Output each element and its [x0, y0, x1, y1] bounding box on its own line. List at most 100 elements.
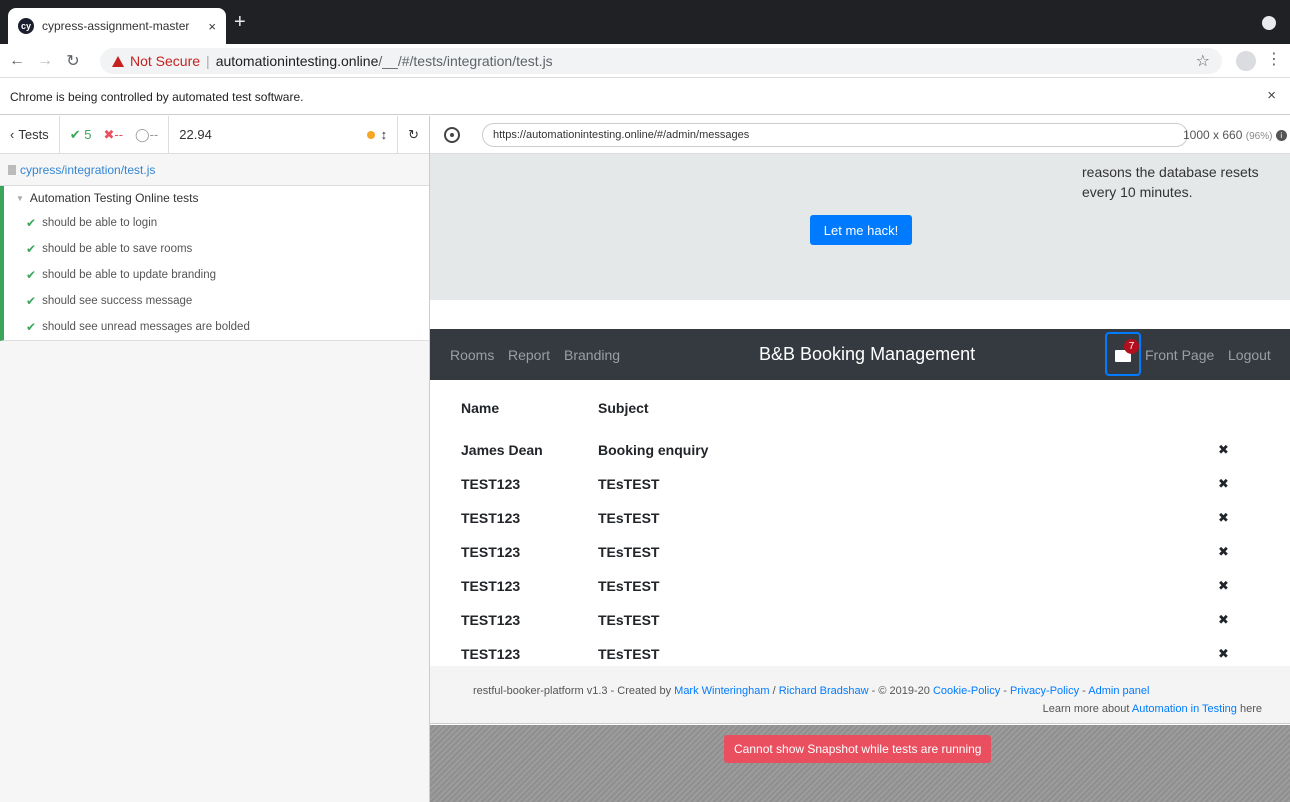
- message-row[interactable]: James Dean Booking enquiry ✖: [430, 433, 1290, 467]
- check-icon: ✔: [26, 294, 37, 308]
- unread-badge: 7: [1124, 339, 1139, 354]
- delete-icon[interactable]: ✖: [1218, 612, 1229, 628]
- aut-header: https://automationintesting.online/#/adm…: [430, 116, 1290, 154]
- message-subject: TEsTEST: [598, 544, 660, 560]
- selector-playground-icon[interactable]: [444, 126, 460, 143]
- browser-toolbar: ← → ↻ Not Secure | automationintesting.o…: [0, 44, 1290, 78]
- automation-in-testing-link[interactable]: Automation in Testing: [1132, 703, 1237, 715]
- message-subject: TEsTEST: [598, 578, 660, 594]
- test-item[interactable]: ✔ should be able to save rooms: [4, 236, 429, 262]
- circle-icon: ◯: [135, 126, 150, 142]
- new-tab-button[interactable]: +: [234, 12, 246, 32]
- check-icon: ✔: [26, 216, 37, 230]
- nav-logout[interactable]: Logout: [1228, 347, 1271, 363]
- tests-back-button[interactable]: ‹ Tests: [0, 115, 60, 154]
- cookie-policy-link[interactable]: Cookie-Policy: [933, 685, 1000, 697]
- status-indicator[interactable]: ↕: [357, 116, 398, 154]
- infobar-text: Chrome is being controlled by automated …: [10, 89, 304, 104]
- message-row[interactable]: TEST123 TEsTEST ✖: [430, 501, 1290, 535]
- hack-text: reasons the database resets every 10 min…: [1082, 164, 1259, 200]
- snapshot-overlay: Cannot show Snapshot while tests are run…: [430, 725, 1290, 802]
- test-item[interactable]: ✔ should be able to update branding: [4, 262, 429, 288]
- message-row[interactable]: TEST123 TEsTEST ✖: [430, 569, 1290, 603]
- message-row[interactable]: TEST123 TEsTEST ✖: [430, 467, 1290, 501]
- viewport-scale: (96%): [1245, 131, 1273, 142]
- back-icon[interactable]: ←: [6, 52, 28, 70]
- messages-table: Name Subject James Dean Booking enquiry …: [430, 380, 1290, 665]
- address-bar[interactable]: Not Secure | automationintesting.online …: [100, 48, 1222, 74]
- nav-report[interactable]: Report: [508, 347, 550, 363]
- test-item[interactable]: ✔ should see success message: [4, 288, 429, 314]
- test-item[interactable]: ✔ should see unread messages are bolded: [4, 314, 429, 340]
- account-icon[interactable]: [1236, 51, 1256, 71]
- close-icon[interactable]: ×: [1267, 87, 1276, 104]
- suite-header[interactable]: ▼ Automation Testing Online tests: [4, 186, 429, 210]
- aut-url-text: https://automationintesting.online/#/adm…: [493, 129, 750, 141]
- nav-branding[interactable]: Branding: [564, 347, 620, 363]
- duration: 22.94: [169, 116, 356, 154]
- tab-strip: cy cypress-assignment-master × +: [0, 0, 1290, 44]
- check-icon: ✔: [26, 320, 37, 334]
- delete-icon[interactable]: ✖: [1218, 646, 1229, 662]
- nav-front-page[interactable]: Front Page: [1145, 347, 1214, 363]
- browser-tab[interactable]: cy cypress-assignment-master ×: [8, 8, 226, 44]
- forward-icon[interactable]: →: [34, 52, 56, 70]
- nav-rooms[interactable]: Rooms: [450, 347, 494, 363]
- running-dot-icon: [366, 130, 375, 139]
- pending-stat: ◯--: [135, 127, 158, 143]
- delete-icon[interactable]: ✖: [1218, 442, 1229, 458]
- profile-icon[interactable]: [1262, 16, 1276, 30]
- pending-count: --: [149, 126, 159, 142]
- footer-slash: /: [772, 685, 776, 697]
- author-link[interactable]: Richard Bradshaw: [779, 685, 869, 697]
- delete-icon[interactable]: ✖: [1218, 578, 1229, 594]
- test-item[interactable]: ✔ should be able to login: [4, 210, 429, 236]
- viewport-info[interactable]: 1000 x 660 (96%) i: [1183, 128, 1287, 142]
- reload-icon[interactable]: ↻: [62, 51, 84, 71]
- autoscroll-icon: ↕: [380, 127, 388, 142]
- check-icon: ✔: [26, 242, 37, 256]
- tab-close-icon[interactable]: ×: [208, 19, 216, 34]
- test-title: should be able to update branding: [42, 269, 216, 281]
- header-name: Name: [461, 400, 500, 416]
- caret-down-icon: ▼: [16, 193, 24, 203]
- reporter-header: ‹ Tests ✔ 5 ✖-- ◯-- 22.94 ↕ ↻: [0, 115, 429, 154]
- message-subject: Booking enquiry: [598, 442, 709, 458]
- star-icon[interactable]: ☆: [1196, 51, 1210, 71]
- menu-icon[interactable]: ⋮: [1266, 49, 1282, 69]
- automation-infobar: Chrome is being controlled by automated …: [0, 79, 1290, 115]
- not-secure-label[interactable]: Not Secure: [130, 53, 200, 69]
- aut-frame: reasons the database resets every 10 min…: [430, 154, 1290, 802]
- author-link[interactable]: Mark Winteringham: [674, 685, 769, 697]
- stats-group: ✔ 5 ✖-- ◯--: [60, 115, 170, 154]
- spec-file-link[interactable]: cypress/integration/test.js: [0, 154, 429, 186]
- let-me-hack-button[interactable]: Let me hack!: [810, 215, 912, 245]
- test-title: should be able to save rooms: [42, 243, 193, 255]
- message-name: TEST123: [461, 544, 521, 560]
- message-subject: TEsTEST: [598, 612, 660, 628]
- test-title: should see unread messages are bolded: [42, 321, 250, 333]
- message-name: TEST123: [461, 578, 521, 594]
- footer-credits: restful-booker-platform v1.3 - Created b…: [473, 685, 1149, 697]
- check-icon: ✔: [26, 268, 37, 282]
- message-name: James Dean: [461, 442, 543, 458]
- delete-icon[interactable]: ✖: [1218, 544, 1229, 560]
- inbox-button[interactable]: 7: [1105, 332, 1141, 376]
- url-path: /__/#/tests/integration/test.js: [378, 53, 553, 69]
- privacy-policy-link[interactable]: Privacy-Policy: [1010, 685, 1079, 697]
- learn-suffix: here: [1239, 703, 1262, 715]
- message-row[interactable]: TEST123 TEsTEST ✖: [430, 535, 1290, 569]
- footer-copyright: - © 2019-20: [871, 685, 930, 697]
- admin-panel-link[interactable]: Admin panel: [1088, 685, 1149, 697]
- cross-icon: ✖: [103, 126, 115, 142]
- message-row[interactable]: TEST123 TEsTEST ✖: [430, 603, 1290, 637]
- suite-title: Automation Testing Online tests: [29, 191, 199, 205]
- message-subject: TEsTEST: [598, 510, 660, 526]
- rerun-button[interactable]: ↻: [397, 115, 429, 154]
- delete-icon[interactable]: ✖: [1218, 510, 1229, 526]
- table-header: Name Subject: [430, 391, 1290, 425]
- brand-title[interactable]: B&B Booking Management: [759, 344, 975, 365]
- delete-icon[interactable]: ✖: [1218, 476, 1229, 492]
- restart-icon: ↻: [408, 126, 419, 142]
- aut-url-bar[interactable]: https://automationintesting.online/#/adm…: [482, 123, 1188, 147]
